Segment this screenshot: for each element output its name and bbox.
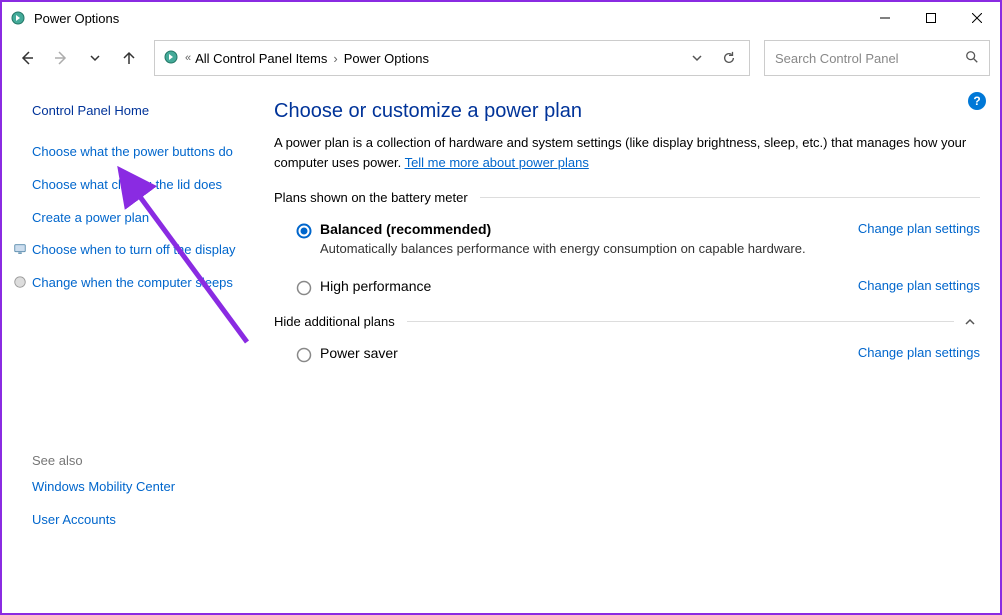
forward-button[interactable] — [46, 43, 76, 73]
plan-name: Balanced (recommended) — [320, 221, 858, 237]
window-title: Power Options — [34, 11, 862, 26]
sidebar-mobility-center[interactable]: Windows Mobility Center — [32, 478, 238, 497]
section-battery-plans: Plans shown on the battery meter — [274, 190, 980, 205]
up-button[interactable] — [114, 43, 144, 73]
sidebar-power-buttons[interactable]: Choose what the power buttons do — [32, 143, 238, 162]
sidebar-create-plan[interactable]: Create a power plan — [32, 209, 238, 228]
sidebar-computer-sleeps[interactable]: Change when the computer sleeps — [32, 274, 238, 293]
titlebar: Power Options — [2, 2, 1000, 34]
navigation-bar: « All Control Panel Items › Power Option… — [2, 34, 1000, 82]
plan-balanced: Balanced (recommended) Automatically bal… — [274, 211, 980, 264]
window-controls — [862, 2, 1000, 34]
sidebar-control-panel-home[interactable]: Control Panel Home — [32, 102, 238, 121]
sidebar-closing-lid[interactable]: Choose what closing the lid does — [32, 176, 238, 195]
sidebar: Control Panel Home Choose what the power… — [2, 82, 250, 613]
plan-name: High performance — [320, 278, 858, 294]
search-input[interactable] — [775, 51, 965, 66]
close-button[interactable] — [954, 2, 1000, 34]
change-settings-power-saver[interactable]: Change plan settings — [858, 345, 980, 360]
learn-more-link[interactable]: Tell me more about power plans — [405, 155, 589, 170]
address-bar[interactable]: « All Control Panel Items › Power Option… — [154, 40, 750, 76]
breadcrumb-overflow-icon[interactable]: « — [185, 52, 191, 64]
plan-power-saver: Power saver Change plan settings — [274, 335, 980, 371]
sleep-icon — [12, 274, 28, 290]
plan-name: Power saver — [320, 345, 858, 361]
section-label: Plans shown on the battery meter — [274, 190, 468, 205]
radio-power-saver[interactable] — [296, 347, 312, 363]
breadcrumb-item-2[interactable]: Power Options — [344, 51, 429, 66]
sidebar-item-label: Change when the computer sleeps — [32, 274, 233, 293]
recent-dropdown[interactable] — [80, 43, 110, 73]
app-icon — [10, 10, 26, 26]
plan-high-performance: High performance Change plan settings — [274, 264, 980, 314]
see-also-heading: See also — [32, 453, 238, 468]
address-bar-icon — [163, 49, 179, 68]
section-additional-plans[interactable]: Hide additional plans — [274, 314, 980, 329]
radio-high-performance[interactable] — [296, 280, 312, 296]
sidebar-user-accounts[interactable]: User Accounts — [32, 511, 238, 530]
content-area: Control Panel Home Choose what the power… — [2, 82, 1000, 613]
sidebar-see-also: See also Windows Mobility Center User Ac… — [32, 453, 238, 530]
page-description: A power plan is a collection of hardware… — [274, 133, 980, 172]
sidebar-turn-off-display[interactable]: Choose when to turn off the display — [32, 241, 238, 260]
radio-balanced[interactable] — [296, 223, 312, 239]
maximize-button[interactable] — [908, 2, 954, 34]
refresh-button[interactable] — [717, 46, 741, 70]
search-icon[interactable] — [965, 50, 979, 67]
section-label: Hide additional plans — [274, 314, 395, 329]
sidebar-item-label: Choose when to turn off the display — [32, 241, 236, 260]
breadcrumb-separator-icon: › — [333, 51, 337, 66]
search-box[interactable] — [764, 40, 990, 76]
plan-description: Automatically balances performance with … — [320, 241, 858, 256]
address-dropdown-button[interactable] — [685, 46, 709, 70]
change-settings-high-performance[interactable]: Change plan settings — [858, 278, 980, 293]
main-panel: Choose or customize a power plan A power… — [250, 82, 1000, 613]
display-icon — [12, 241, 28, 257]
back-button[interactable] — [12, 43, 42, 73]
minimize-button[interactable] — [862, 2, 908, 34]
page-heading: Choose or customize a power plan — [274, 100, 980, 123]
chevron-up-icon[interactable] — [960, 316, 980, 328]
change-settings-balanced[interactable]: Change plan settings — [858, 221, 980, 236]
breadcrumb-item-1[interactable]: All Control Panel Items — [195, 51, 327, 66]
